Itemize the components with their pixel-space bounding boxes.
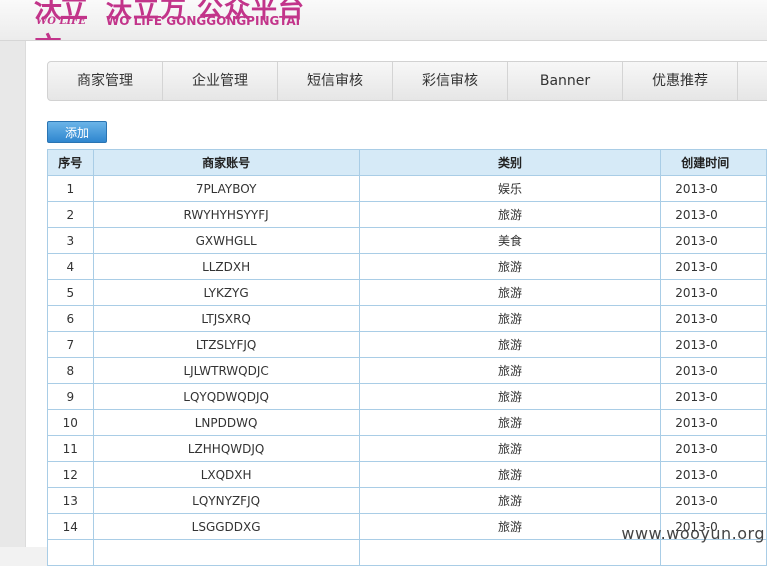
cell-category: 旅游 — [358, 487, 662, 514]
cell-category: 旅游 — [358, 331, 662, 358]
cell-no: 2 — [47, 201, 94, 228]
cell-no: 12 — [47, 461, 94, 488]
col-header-category[interactable]: 类别 — [358, 149, 662, 176]
cell-category: 旅游 — [358, 513, 662, 540]
cell-account: RWYHYHSYYFJ — [92, 201, 360, 228]
tab-enterprise-management[interactable]: 企业管理 — [163, 62, 278, 100]
cell-account: GXWHGLL — [92, 227, 360, 254]
cell-account: LLZDXH — [92, 253, 360, 280]
cell-category: 旅游 — [358, 409, 662, 436]
cell-category: 旅游 — [358, 253, 662, 280]
cell-no: 7 — [47, 331, 94, 358]
cell-account: LTZSLYFJQ — [92, 331, 360, 358]
table-row[interactable]: 9 LQYQDWQDJQ 旅游 2013-0 — [47, 383, 767, 410]
cell-account: 7PLAYBOY — [92, 175, 360, 202]
cell-account — [92, 539, 360, 566]
cell-account: LQYQDWQDJQ — [92, 383, 360, 410]
cell-no: 1 — [47, 175, 94, 202]
table-row[interactable]: 5 LYKZYG 旅游 2013-0 — [47, 279, 767, 306]
tab-sms-review[interactable]: 短信审核 — [278, 62, 393, 100]
cell-account: LNPDDWQ — [92, 409, 360, 436]
cell-category: 旅游 — [358, 383, 662, 410]
cell-account: LTJSXRQ — [92, 305, 360, 332]
cell-no: 14 — [47, 513, 94, 540]
table-row[interactable]: 1 7PLAYBOY 娱乐 2013-0 — [47, 175, 767, 202]
cell-category — [358, 539, 662, 566]
cell-no: 6 — [47, 305, 94, 332]
cell-category: 旅游 — [358, 201, 662, 228]
cell-created — [660, 539, 767, 566]
app-header: 沃立方 WO LIFE 沃立方 公众平台 WO LIFE GONGGONGPIN… — [0, 0, 767, 41]
table-header-row: 序号 商家账号 类别 创建时间 — [47, 149, 767, 176]
cell-no: 11 — [47, 435, 94, 462]
cell-no — [47, 539, 94, 566]
cell-created: 2013-0 — [660, 227, 767, 254]
table-row[interactable] — [47, 539, 767, 566]
cell-no: 4 — [47, 253, 94, 280]
cell-created: 2013-0 — [660, 461, 767, 488]
table-row[interactable]: 7 LTZSLYFJQ 旅游 2013-0 — [47, 331, 767, 358]
cell-account: LZHHQWDJQ — [92, 435, 360, 462]
table-row[interactable]: 2 RWYHYHSYYFJ 旅游 2013-0 — [47, 201, 767, 228]
cell-no: 3 — [47, 227, 94, 254]
cell-category: 旅游 — [358, 305, 662, 332]
cell-created: 2013-0 — [660, 331, 767, 358]
tab-mms-review[interactable]: 彩信审核 — [393, 62, 508, 100]
merchant-table: 序号 商家账号 类别 创建时间 1 7PLAYBOY 娱乐 2013-0 2 RWYHYH… — [47, 149, 767, 566]
table-row[interactable]: 11 LZHHQWDJQ 旅游 2013-0 — [47, 435, 767, 462]
cell-created: 2013-0 — [660, 279, 767, 306]
cell-no: 5 — [47, 279, 94, 306]
cell-account: LYKZYG — [92, 279, 360, 306]
cell-category: 旅游 — [358, 357, 662, 384]
tab-banner[interactable]: Banner — [508, 62, 623, 100]
table-row[interactable]: 10 LNPDDWQ 旅游 2013-0 — [47, 409, 767, 436]
cell-account: LJLWTRWQDJC — [92, 357, 360, 384]
cell-no: 8 — [47, 357, 94, 384]
cell-account: LXQDXH — [92, 461, 360, 488]
cell-created: 2013-0 — [660, 305, 767, 332]
table-body: 1 7PLAYBOY 娱乐 2013-0 2 RWYHYHSYYFJ 旅游 2013-0 3 GX… — [47, 175, 767, 566]
col-header-account[interactable]: 商家账号 — [92, 149, 360, 176]
table-row[interactable]: 13 LQYNYZFJQ 旅游 2013-0 — [47, 487, 767, 514]
nav-tabs: 商家管理 企业管理 短信审核 彩信审核 Banner 优惠推荐 — [47, 61, 767, 101]
cell-created: 2013-0 — [660, 487, 767, 514]
table-row[interactable]: 12 LXQDXH 旅游 2013-0 — [47, 461, 767, 488]
cell-created: 2013-0 — [660, 175, 767, 202]
cell-no: 13 — [47, 487, 94, 514]
cell-created: 2013-0 — [660, 253, 767, 280]
left-sidebar — [0, 41, 26, 547]
brand-logo[interactable]: 沃立方 WO LIFE — [32, 0, 104, 40]
logo-small-text: WO LIFE — [36, 16, 86, 27]
tab-promotions[interactable]: 优惠推荐 — [623, 62, 738, 100]
cell-category: 娱乐 — [358, 175, 662, 202]
col-header-created[interactable]: 创建时间 — [660, 149, 767, 176]
cell-created: 2013-0 — [660, 357, 767, 384]
tab-merchant-management[interactable]: 商家管理 — [48, 62, 163, 100]
cell-account: LSGGDDXG — [92, 513, 360, 540]
brand-subtitle: WO LIFE GONGGONGPINGTAI — [106, 14, 301, 28]
cell-no: 9 — [47, 383, 94, 410]
cell-account: LQYNYZFJQ — [92, 487, 360, 514]
cell-category: 旅游 — [358, 435, 662, 462]
cell-created: 2013-0 — [660, 409, 767, 436]
cell-created: 2013-0 — [660, 435, 767, 462]
table-row[interactable]: 3 GXWHGLL 美食 2013-0 — [47, 227, 767, 254]
cell-created: 2013-0 — [660, 383, 767, 410]
cell-category: 旅游 — [358, 461, 662, 488]
cell-category: 美食 — [358, 227, 662, 254]
table-row[interactable]: 4 LLZDXH 旅游 2013-0 — [47, 253, 767, 280]
col-header-no[interactable]: 序号 — [47, 149, 94, 176]
watermark: www.wooyun.org — [621, 524, 765, 543]
add-button[interactable]: 添加 — [47, 121, 107, 143]
table-row[interactable]: 8 LJLWTRWQDJC 旅游 2013-0 — [47, 357, 767, 384]
cell-category: 旅游 — [358, 279, 662, 306]
table-row[interactable]: 6 LTJSXRQ 旅游 2013-0 — [47, 305, 767, 332]
cell-no: 10 — [47, 409, 94, 436]
cell-created: 2013-0 — [660, 201, 767, 228]
